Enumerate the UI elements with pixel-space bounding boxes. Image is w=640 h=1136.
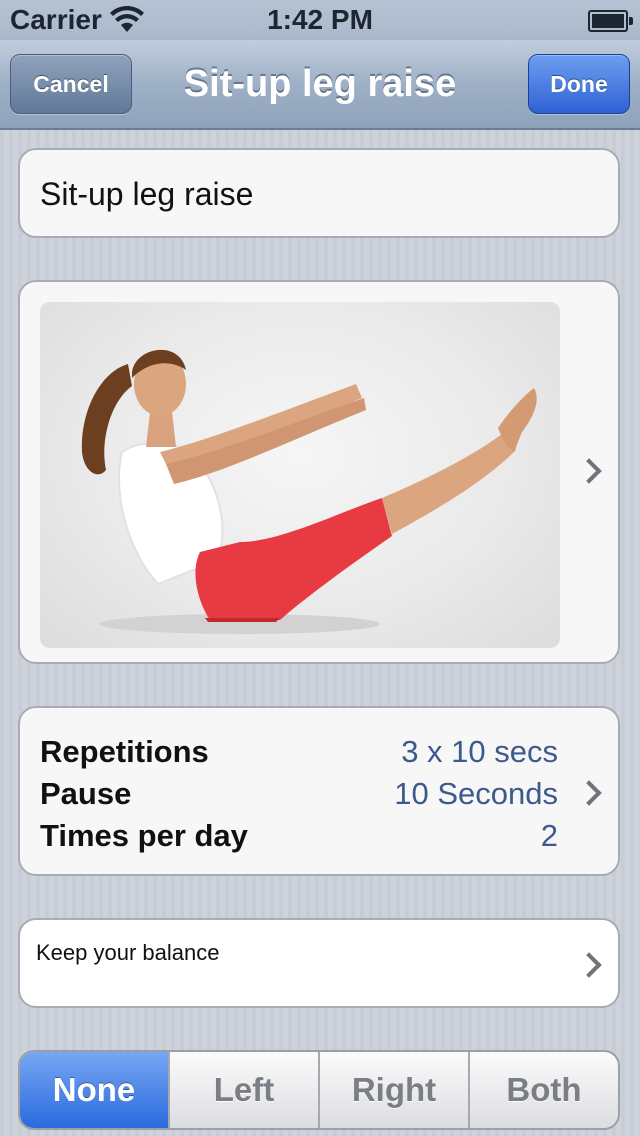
pause-label: Pause — [40, 776, 132, 811]
cancel-button[interactable]: Cancel — [10, 54, 132, 114]
side-selector: None Left Right Both — [18, 1050, 620, 1130]
note-text: Keep your balance — [36, 940, 220, 965]
segment-none[interactable]: None — [20, 1052, 168, 1128]
exercise-name-field[interactable]: Sit-up leg raise — [18, 148, 620, 238]
segment-both[interactable]: Both — [468, 1052, 618, 1128]
exercise-illustration — [81, 349, 537, 634]
repetitions-label: Repetitions — [40, 734, 209, 769]
exercise-image-cell[interactable] — [18, 280, 620, 664]
chevron-right-icon — [576, 458, 602, 484]
times-per-day-label: Times per day — [40, 818, 248, 853]
pause-value: 10 Seconds — [394, 776, 558, 811]
times-per-day-value: 2 — [540, 818, 558, 853]
battery-icon — [588, 10, 633, 32]
exercise-note-cell[interactable]: Keep your balance — [18, 918, 620, 1008]
chevron-right-icon — [576, 780, 602, 806]
segment-left[interactable]: Left — [168, 1052, 318, 1128]
done-button[interactable]: Done — [528, 54, 630, 114]
chevron-right-icon — [576, 952, 602, 978]
segment-right[interactable]: Right — [318, 1052, 468, 1128]
clock: 1:42 PM — [267, 4, 373, 35]
schedule-settings-cell[interactable]: Repetitions 3 x 10 secs Pause 10 Seconds… — [18, 706, 620, 876]
exercise-name-text: Sit-up leg raise — [40, 176, 254, 212]
exercise-photo — [40, 302, 560, 648]
repetitions-value: 3 x 10 secs — [401, 734, 558, 769]
status-bar: Carrier 1:42 PM — [0, 0, 640, 40]
navigation-bar: Sit-up leg raise Cancel Done — [0, 40, 640, 130]
